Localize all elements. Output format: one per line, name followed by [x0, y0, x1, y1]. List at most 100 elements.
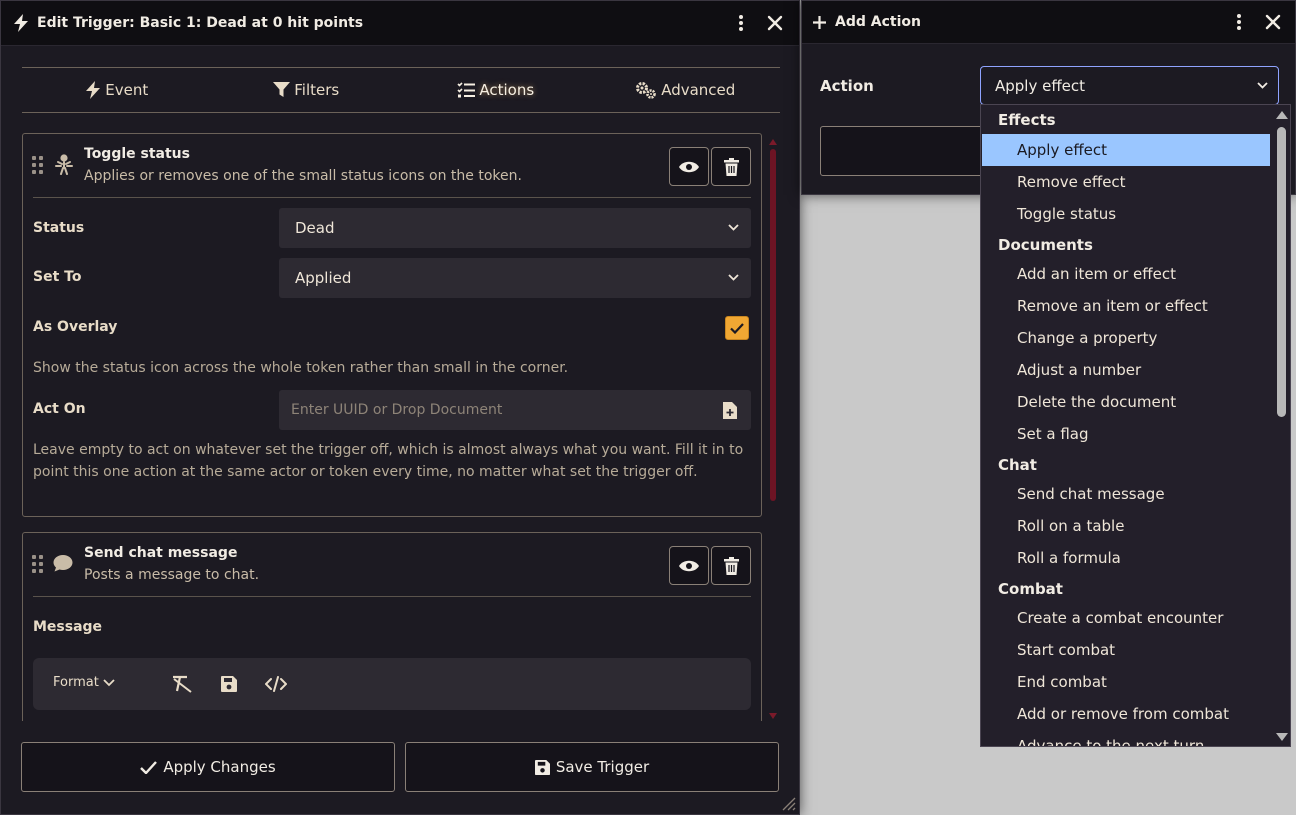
tab-filters[interactable]: Filters: [212, 81, 402, 99]
actions-list[interactable]: Toggle status Applies or removes one of …: [22, 133, 762, 721]
action-label: Action: [820, 77, 874, 95]
message-label: Message: [33, 619, 103, 635]
option-send-chat-message[interactable]: Send chat message: [982, 478, 1270, 510]
edit-trigger-window: Edit Trigger: Basic 1: Dead at 0 hit poi…: [0, 0, 800, 815]
tab-actions[interactable]: Actions: [401, 81, 591, 99]
option-remove-effect[interactable]: Remove effect: [982, 166, 1270, 198]
act-on-label: Act On: [33, 401, 86, 417]
window-header[interactable]: Add Action: [802, 1, 1295, 44]
scroll-up-arrow[interactable]: [1276, 111, 1288, 119]
action-card-toggle-status: Toggle status Applies or removes one of …: [22, 133, 762, 517]
toggle-visibility-button[interactable]: [669, 546, 709, 585]
option-change-property[interactable]: Change a property: [982, 322, 1270, 354]
window-title: Edit Trigger: Basic 1: Dead at 0 hit poi…: [37, 15, 364, 31]
funnel-icon: [273, 82, 291, 97]
tab-advanced[interactable]: Advanced: [591, 81, 781, 99]
delete-action-button[interactable]: [711, 546, 751, 585]
bolt-icon: [86, 81, 101, 99]
code-icon[interactable]: [264, 672, 288, 696]
option-group-combat: Combat: [998, 580, 1063, 598]
set-to-label: Set To: [33, 269, 82, 285]
option-delete-document[interactable]: Delete the document: [982, 386, 1270, 418]
list-check-icon: [457, 82, 476, 98]
resize-handle-icon[interactable]: [782, 797, 796, 811]
status-value: Dead: [295, 219, 335, 237]
save-icon[interactable]: [217, 672, 241, 696]
action-card-send-chat-message: Send chat message Posts a message to cha…: [22, 532, 762, 721]
status-select[interactable]: Dead: [279, 208, 751, 248]
trash-icon: [723, 556, 739, 575]
document-add-icon[interactable]: [723, 402, 737, 419]
bolt-icon: [13, 14, 29, 32]
tab-event[interactable]: Event: [22, 81, 212, 99]
delete-action-button[interactable]: [711, 147, 751, 186]
option-add-item-or-effect[interactable]: Add an item or effect: [982, 258, 1270, 290]
action-select[interactable]: Apply effect: [980, 66, 1279, 105]
act-on-input[interactable]: [279, 390, 751, 430]
close-icon[interactable]: [1261, 10, 1285, 34]
apply-changes-button[interactable]: Apply Changes: [21, 742, 395, 792]
action-description: Applies or removes one of the small stat…: [84, 168, 522, 184]
option-remove-item-or-effect[interactable]: Remove an item or effect: [982, 290, 1270, 322]
drag-handle-icon[interactable]: [32, 555, 43, 573]
chevron-down-icon: [728, 224, 739, 231]
act-on-hint: Leave empty to act on whatever set the t…: [33, 442, 744, 480]
action-title: Send chat message: [84, 545, 238, 561]
drag-handle-icon[interactable]: [32, 156, 43, 174]
option-set-flag[interactable]: Set a flag: [982, 418, 1270, 450]
option-group-effects: Effects: [998, 111, 1056, 129]
option-end-combat[interactable]: End combat: [982, 666, 1270, 698]
action-options-dropdown[interactable]: Effects Apply effect Remove effect Toggl…: [980, 104, 1291, 747]
more-options-icon[interactable]: [1227, 10, 1251, 34]
action-card-header: Send chat message Posts a message to cha…: [32, 533, 751, 597]
plus-icon: [812, 15, 827, 30]
option-toggle-status[interactable]: Toggle status: [982, 198, 1270, 230]
tab-label: Filters: [294, 81, 340, 99]
option-adjust-number[interactable]: Adjust a number: [982, 354, 1270, 386]
option-create-combat-encounter[interactable]: Create a combat encounter: [982, 602, 1270, 634]
option-advance-next-turn[interactable]: Advance to the next turn: [982, 730, 1270, 746]
tab-label: Advanced: [661, 81, 736, 99]
toggle-visibility-button[interactable]: [669, 147, 709, 186]
format-dropdown[interactable]: Format: [53, 675, 115, 690]
scroll-down-arrow[interactable]: [1276, 733, 1288, 741]
close-icon[interactable]: [763, 11, 787, 35]
action-select-value: Apply effect: [995, 76, 1086, 95]
set-to-value: Applied: [295, 269, 352, 287]
window-header[interactable]: Edit Trigger: Basic 1: Dead at 0 hit poi…: [1, 1, 799, 46]
actions-scrollbar[interactable]: [769, 139, 777, 719]
option-group-chat: Chat: [998, 456, 1037, 474]
as-overlay-label: As Overlay: [33, 319, 118, 335]
tab-label: Event: [105, 81, 149, 99]
dropdown-scrollbar[interactable]: [1276, 111, 1288, 741]
option-roll-on-table[interactable]: Roll on a table: [982, 510, 1270, 542]
option-apply-effect[interactable]: Apply effect: [982, 134, 1270, 166]
apply-changes-label: Apply Changes: [163, 758, 276, 776]
action-title: Toggle status: [84, 146, 190, 162]
gears-icon: [636, 82, 657, 99]
chevron-down-icon: [728, 274, 739, 281]
option-add-remove-combat[interactable]: Add or remove from combat: [982, 698, 1270, 730]
eye-icon: [679, 560, 699, 571]
as-overlay-checkbox[interactable]: [725, 316, 749, 340]
option-start-combat[interactable]: Start combat: [982, 634, 1270, 666]
chevron-down-icon: [103, 678, 115, 686]
scroll-up-arrow[interactable]: [769, 139, 777, 145]
clear-format-icon[interactable]: [170, 672, 194, 696]
save-trigger-button[interactable]: Save Trigger: [405, 742, 779, 792]
window-title: Add Action: [835, 14, 921, 30]
speech-bubble-icon: [53, 554, 73, 572]
trash-icon: [723, 157, 739, 176]
save-icon: [534, 759, 550, 775]
scroll-down-arrow[interactable]: [769, 713, 777, 719]
scrollbar-thumb[interactable]: [1277, 127, 1286, 417]
action-card-header: Toggle status Applies or removes one of …: [32, 134, 751, 198]
status-label: Status: [33, 220, 85, 236]
more-options-icon[interactable]: [729, 11, 753, 35]
set-to-select[interactable]: Applied: [279, 258, 751, 298]
chevron-down-icon: [1257, 82, 1268, 89]
scrollbar-thumb[interactable]: [770, 149, 776, 501]
option-group-documents: Documents: [998, 236, 1093, 254]
option-roll-formula[interactable]: Roll a formula: [982, 542, 1270, 574]
check-icon: [730, 322, 744, 334]
